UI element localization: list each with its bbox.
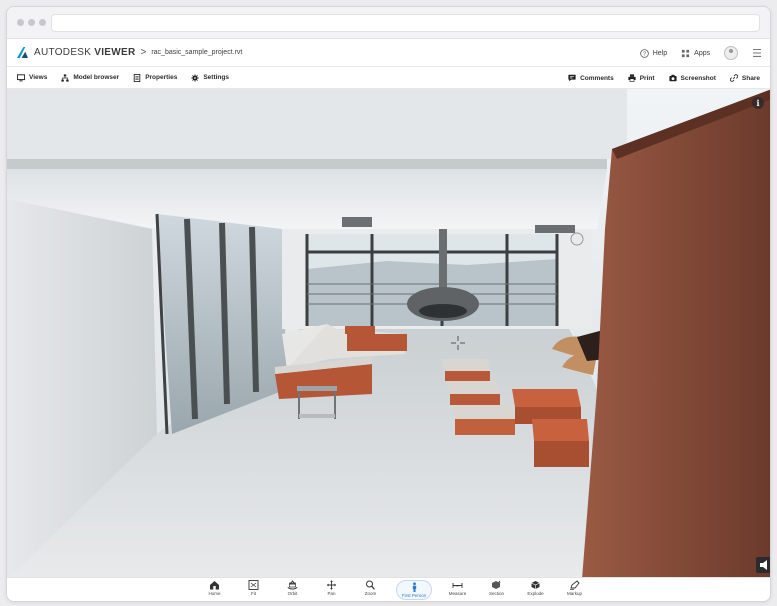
model-browser-label: Model browser — [73, 74, 120, 81]
zoom-tool[interactable]: Zoom — [357, 580, 384, 600]
measure-icon — [452, 582, 463, 588]
svg-text:?: ? — [643, 51, 646, 57]
settings-label: Settings — [203, 74, 229, 81]
home-label: Home — [208, 590, 221, 596]
orbit-label: Orbit — [287, 590, 298, 596]
person-icon — [412, 581, 416, 592]
first-person-label: First Person — [401, 592, 427, 598]
settings-button[interactable]: Settings — [191, 73, 229, 82]
comments-button[interactable]: Comments — [568, 74, 614, 82]
print-label: Print — [639, 74, 655, 82]
zoom-label: Zoom — [364, 590, 377, 596]
brand-title: AUTODESK VIEWER — [34, 47, 135, 58]
properties-button[interactable]: Properties — [133, 73, 178, 82]
share-button[interactable]: Share — [729, 74, 760, 82]
measure-tool[interactable]: Measure — [444, 580, 471, 600]
browser-window: AUTODESK VIEWER > rac_basic_sample_projec… — [6, 6, 771, 602]
model-viewport[interactable]: i — [7, 89, 770, 579]
help-label: Help — [652, 49, 668, 57]
apps-label: Apps — [694, 49, 711, 57]
minimize-dot[interactable] — [28, 19, 35, 26]
orbit-tool[interactable]: Orbit — [279, 579, 306, 600]
megaphone-icon — [760, 560, 767, 570]
toolbar-left: Views Model browser Properties Settings — [17, 73, 229, 82]
pan-tool[interactable]: Pan — [318, 580, 345, 600]
help-button[interactable]: ? Help — [639, 48, 668, 58]
autodesk-logo-icon[interactable] — [17, 47, 28, 58]
monitor-icon — [17, 73, 25, 81]
camera-icon — [668, 74, 677, 82]
info-button[interactable]: i — [752, 97, 764, 109]
markup-tool[interactable]: Markup — [561, 579, 588, 600]
markup-label: Markup — [566, 590, 582, 596]
nav-tools: Home Fit Orbit Pan Zoom First Person Mea… — [201, 579, 588, 600]
section-tool[interactable]: Section — [483, 580, 510, 600]
print-button[interactable]: Print — [628, 74, 655, 82]
screenshot-label: Screenshot — [680, 74, 716, 82]
help-icon: ? — [639, 48, 649, 58]
maximize-dot[interactable] — [39, 19, 46, 26]
pan-icon — [327, 580, 336, 589]
views-label: Views — [29, 74, 48, 81]
orbit-icon — [287, 579, 298, 589]
apps-grid-icon — [682, 49, 690, 57]
document-icon — [133, 73, 141, 82]
model-render — [7, 89, 770, 579]
app-header: AUTODESK VIEWER > rac_basic_sample_projec… — [7, 39, 770, 67]
link-icon — [729, 74, 738, 82]
explode-icon — [531, 580, 540, 589]
share-label: Share — [741, 74, 760, 82]
home-tool[interactable]: Home — [201, 580, 228, 600]
apps-button[interactable]: Apps — [681, 49, 710, 58]
screenshot-button[interactable]: Screenshot — [668, 74, 716, 82]
browser-chrome — [7, 7, 770, 39]
toolbar-right: Comments Print Screenshot Share — [568, 67, 760, 89]
first-person-tool[interactable]: First Person — [396, 579, 432, 600]
crosshair-icon — [451, 336, 465, 350]
address-bar[interactable] — [51, 14, 760, 32]
feedback-button[interactable] — [756, 557, 770, 573]
user-avatar[interactable] — [724, 46, 739, 60]
pencil-icon — [570, 579, 580, 590]
menu-icon[interactable]: ☰ — [752, 47, 762, 60]
brand-name: AUTODESK — [34, 47, 92, 58]
product-name: VIEWER — [94, 47, 136, 58]
gear-icon — [191, 73, 199, 82]
file-name: rac_basic_sample_project.rvt — [151, 49, 243, 56]
navigation-toolbar: Home Fit Orbit Pan Zoom First Person Mea… — [7, 577, 770, 601]
comment-icon — [568, 74, 576, 82]
zoom-icon — [366, 580, 375, 590]
header-actions: ? Help Apps ☰ — [639, 39, 762, 67]
printer-icon — [628, 74, 636, 82]
viewer-toolbar: Views Model browser Properties Settings … — [7, 67, 770, 89]
views-button[interactable]: Views — [17, 73, 48, 82]
fit-label: Fit — [251, 590, 256, 596]
breadcrumb-separator: > — [140, 47, 147, 58]
fit-tool[interactable]: Fit — [240, 579, 267, 600]
section-icon — [492, 580, 501, 589]
model-browser-button[interactable]: Model browser — [61, 73, 120, 82]
close-dot[interactable] — [17, 19, 24, 26]
pan-label: Pan — [327, 590, 336, 596]
home-icon — [210, 580, 219, 589]
explode-label: Explode — [527, 590, 544, 596]
explode-tool[interactable]: Explode — [522, 580, 549, 600]
measure-label: Measure — [448, 590, 467, 596]
properties-label: Properties — [145, 74, 178, 81]
comments-label: Comments — [580, 74, 614, 82]
fit-icon — [248, 579, 259, 590]
hierarchy-icon — [61, 73, 69, 82]
window-controls — [17, 19, 46, 26]
section-label: Section — [488, 590, 504, 596]
